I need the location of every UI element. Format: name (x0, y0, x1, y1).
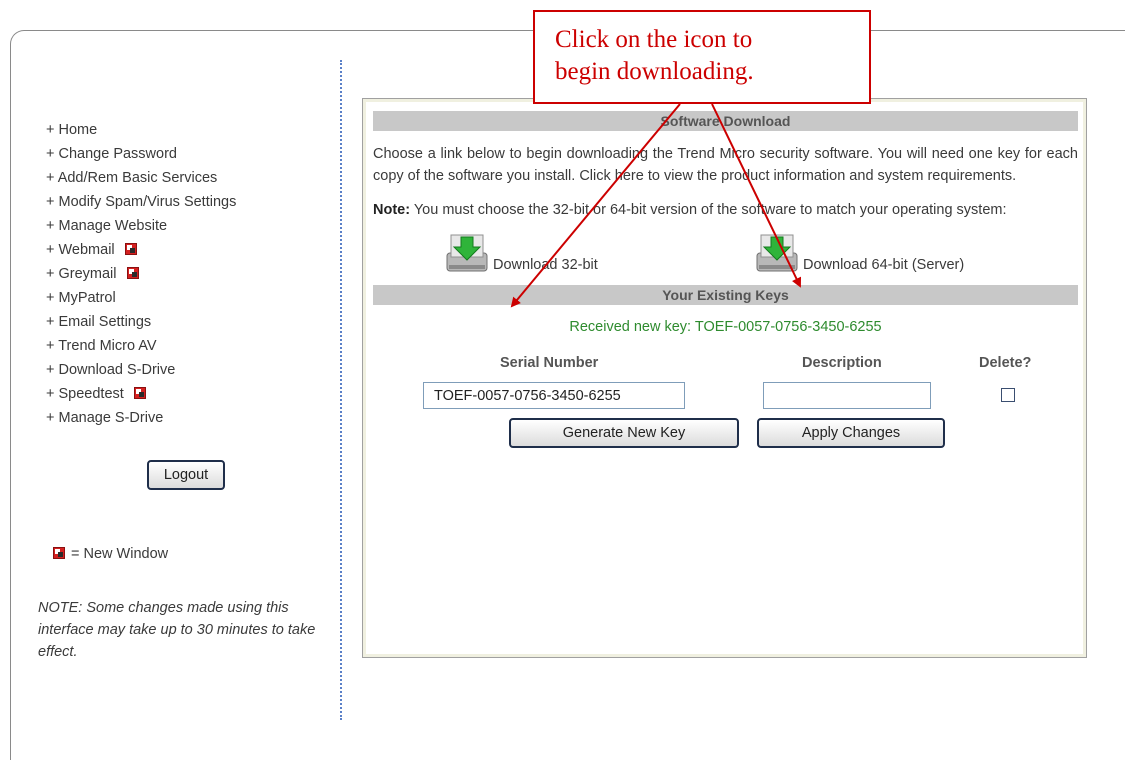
note-label: Note: (373, 202, 411, 218)
delete-header: Delete? (979, 355, 1032, 371)
sidebar-item-label[interactable]: + Add/Rem Basic Services (46, 170, 217, 186)
download-links: Download 32-bit Download 64-bit (Server) (373, 231, 1078, 281)
sidebar-item-manage-s-drive[interactable]: + Manage S-Drive (46, 406, 336, 430)
software-download-header: Software Download (373, 111, 1078, 131)
serial-number-field[interactable] (423, 382, 685, 409)
sidebar-item-mypatrol[interactable]: + MyPatrol (46, 286, 336, 310)
download-intro-text: Choose a link below to begin downloading… (373, 146, 1078, 184)
callout-line-2: begin downloading. (555, 58, 754, 85)
download-64bit-link[interactable]: Download 64-bit (Server) (755, 231, 964, 275)
instruction-callout: Click on the icon to begin downloading. (533, 10, 871, 104)
description-field[interactable] (763, 382, 931, 409)
sidebar-item-label[interactable]: + MyPatrol (46, 290, 116, 306)
sidebar-item-label[interactable]: + Manage Website (46, 218, 167, 234)
sidebar-item-label[interactable]: + Greymail (46, 266, 117, 282)
apply-changes-button[interactable]: Apply Changes (757, 418, 945, 448)
download-32bit-label[interactable]: Download 32-bit (493, 257, 598, 273)
description-header: Description (802, 355, 882, 371)
sidebar-list: + Home + Change Password + Add/Rem Basic S… (46, 118, 336, 430)
generate-new-key-button[interactable]: Generate New Key (509, 418, 739, 448)
new-window-legend: = New Window (53, 546, 168, 562)
sidebar-item-label[interactable]: + Speedtest (46, 386, 124, 402)
download-drive-icon[interactable] (445, 231, 489, 275)
keys-table: Serial Number Description Delete? Genera… (373, 355, 1078, 485)
note-body: You must choose the 32-bit or 64-bit ver… (410, 202, 1007, 218)
sidebar-item-label[interactable]: + Change Password (46, 146, 177, 162)
callout-line-1: Click on the icon to (555, 26, 753, 53)
sidebar-item-email-settings[interactable]: + Email Settings (46, 310, 336, 334)
download-64bit-label[interactable]: Download 64-bit (Server) (803, 257, 964, 273)
sidebar-item-label[interactable]: + Trend Micro AV (46, 338, 157, 354)
sidebar-item-label[interactable]: + Modify Spam/Virus Settings (46, 194, 236, 210)
sidebar-item-home[interactable]: + Home (46, 118, 336, 142)
sidebar-item-label[interactable]: + Home (46, 122, 97, 138)
sidebar-item-webmail[interactable]: + Webmail (46, 238, 336, 262)
sidebar-item-manage-website[interactable]: + Manage Website (46, 214, 336, 238)
logout-button[interactable]: Logout (147, 460, 225, 490)
serial-number-header: Serial Number (500, 355, 599, 371)
sidebar-item-label[interactable]: + Manage S-Drive (46, 410, 163, 426)
sidebar-item-greymail[interactable]: + Greymail (46, 262, 336, 286)
sidebar-item-label[interactable]: + Download S-Drive (46, 362, 175, 378)
panel-inner: Software Download Choose a link below to… (373, 111, 1078, 485)
download-32bit-link[interactable]: Download 32-bit (445, 231, 598, 275)
received-key-message: Received new key: TOEF-0057-0756-3450-62… (569, 319, 882, 335)
new-window-icon (53, 547, 65, 559)
legend-text: = New Window (71, 546, 169, 562)
sidebar-item-label[interactable]: + Email Settings (46, 314, 151, 330)
sidebar-item-trend-micro-av[interactable]: + Trend Micro AV (46, 334, 336, 358)
download-note-text: Note: You must choose the 32-bit or 64-b… (373, 199, 1078, 221)
new-window-icon (126, 267, 139, 279)
sidebar-item-download-s-drive[interactable]: + Download S-Drive (46, 358, 336, 382)
vertical-divider (340, 60, 342, 720)
sidebar-nav: + Home + Change Password + Add/Rem Basic S… (46, 118, 336, 430)
new-window-icon (124, 243, 137, 255)
sidebar-item-add-rem-basic-services[interactable]: + Add/Rem Basic Services (46, 166, 336, 190)
sidebar-item-modify-spam-virus-settings[interactable]: + Modify Spam/Virus Settings (46, 190, 336, 214)
sidebar-item-speedtest[interactable]: + Speedtest (46, 382, 336, 406)
main-panel: Software Download Choose a link below to… (362, 98, 1087, 658)
sidebar-item-label[interactable]: + Webmail (46, 242, 115, 258)
download-drive-icon[interactable] (755, 231, 799, 275)
new-window-icon (133, 387, 146, 399)
existing-keys-header: Your Existing Keys (373, 285, 1078, 305)
delete-checkbox[interactable] (1001, 388, 1015, 402)
sidebar-note: NOTE: Some changes made using this inter… (38, 600, 316, 660)
sidebar-item-change-password[interactable]: + Change Password (46, 142, 336, 166)
